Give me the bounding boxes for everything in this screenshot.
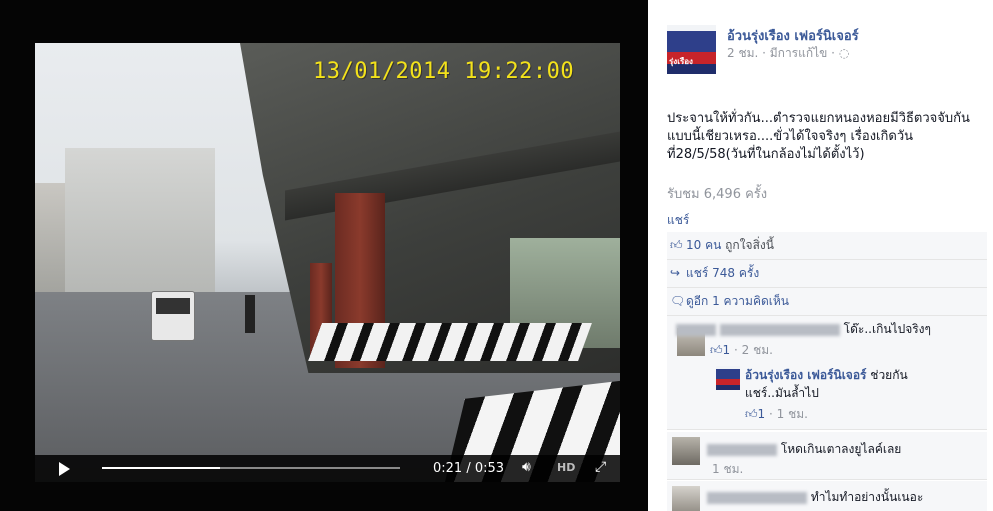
play-icon[interactable] (59, 462, 70, 476)
commenter-avatar[interactable] (672, 437, 700, 465)
comment-text: ทำไมทำอย่างนั้นเนอะ (810, 490, 924, 504)
page-avatar[interactable]: รุ่งเรือง (667, 25, 716, 74)
video-viewer: 13/01/2014 19:22:00 0:21 / 0:53 🔊︎ HD ⤢ (0, 0, 648, 511)
thumbs-up-icon[interactable]: 👍︎ (710, 343, 723, 357)
comment-text: โหดเกินเตาลงยูไลค์เลย (780, 442, 902, 456)
globe-icon: ◌ (838, 46, 850, 60)
progress-played (102, 467, 220, 469)
commenter-avatar[interactable] (672, 486, 700, 511)
hd-button[interactable]: HD (557, 461, 575, 474)
reply-avatar[interactable] (716, 366, 740, 390)
thumbs-up-icon[interactable]: 👍︎ (745, 407, 758, 421)
comment-item: โด๊ะ..เกินไปจริงๆ 👍︎1 · 2 ชม. (667, 316, 987, 364)
more-comments-link[interactable]: ดูอีก 1 ความคิดเห็น (686, 294, 789, 308)
share-link[interactable]: แชร์ (667, 211, 689, 230)
post-sidebar: รุ่งเรือง อ้วนรุ่งเรือง เฟอร์นิเจอร์ 2 ช… (648, 0, 993, 511)
video-scene (245, 295, 255, 333)
comment-meta: 1 ชม. (712, 460, 743, 479)
post-stats: 👍︎ 10 คน ถูกใจสิ่งนี้ ↪ แชร์ 748 ครั้ง 🗨︎ด… (667, 232, 987, 316)
reply-like-count[interactable]: 1 (758, 407, 766, 421)
reply-author[interactable]: อ้วนรุ่งเรือง เฟอร์นิเจอร์ (745, 368, 866, 382)
comment-body: โหดเกินเตาลงยูไลค์เลย (707, 440, 901, 459)
comment-body: โด๊ะ..เกินไปจริงๆ (676, 320, 931, 339)
blurred-name (707, 443, 777, 456)
reply-text-line2: แชร์..มันล้ำไป (745, 386, 819, 400)
comment-like-count[interactable]: 1 (723, 343, 731, 357)
video-scene (308, 323, 592, 361)
video-scene (151, 291, 195, 341)
video-player[interactable]: 13/01/2014 19:22:00 (35, 43, 620, 482)
reply-time[interactable]: 1 ชม. (777, 407, 808, 421)
blurred-name (719, 323, 840, 336)
reply-body: อ้วนรุ่งเรือง เฟอร์นิเจอร์ ช่วยกัน แชร์.… (745, 366, 975, 402)
video-scene (156, 298, 190, 314)
reply-meta: 👍︎1 · 1 ชม. (745, 407, 808, 421)
comment-item: โหดเกินเตาลงยูไลค์เลย 1 ชม. (667, 432, 987, 480)
page-name[interactable]: อ้วนรุ่งเรือง เฟอร์นิเจอร์ (727, 25, 859, 46)
likes-count[interactable]: 10 คน (686, 238, 721, 252)
share-icon: ↪ (670, 266, 681, 280)
comment-time[interactable]: 1 ชม. (712, 462, 743, 476)
logo-text: รุ่งเรือง (669, 57, 693, 66)
progress-bar[interactable] (102, 467, 400, 469)
more-comments-row[interactable]: 🗨︎ดูอีก 1 ความคิดเห็น (667, 288, 987, 316)
blurred-name (676, 323, 716, 336)
shares-count[interactable]: แชร์ 748 ครั้ง (686, 266, 759, 280)
comment-meta: 👍︎1 · 2 ชม. (710, 343, 773, 357)
volume-icon[interactable]: 🔊︎ (522, 459, 531, 475)
likes-row[interactable]: 👍︎ 10 คน ถูกใจสิ่งนี้ (667, 232, 987, 260)
view-count: รับชม 6,496 ครั้ง (667, 187, 768, 202)
blurred-name (707, 491, 807, 504)
post-meta: 2 ชม. · มีการแก้ไข · ◌ (727, 46, 850, 60)
reply-text: ช่วยกัน (866, 368, 908, 382)
thumbs-up-icon: 👍︎ (670, 238, 683, 252)
time-display: 0:21 / 0:53 (433, 461, 505, 476)
comment-body: ทำไมทำอย่างนั้นเนอะ (707, 488, 923, 507)
fullscreen-icon[interactable]: ⤢ (595, 459, 606, 475)
comment-time[interactable]: 2 ชม. (742, 343, 773, 357)
post-text: ประจานให้ทั่วกัน...ตำรวจแยกหนองหอยมีวิธี… (667, 111, 970, 162)
comment-item: ทำไมทำอย่างนั้นเนอะ (667, 481, 987, 511)
likes-text: ถูกใจสิ่งนี้ (721, 238, 774, 252)
reply-item: อ้วนรุ่งเรือง เฟอร์นิเจอร์ ช่วยกัน แชร์.… (667, 363, 987, 430)
video-controls: 0:21 / 0:53 🔊︎ HD ⤢ (35, 455, 620, 482)
shares-row[interactable]: ↪ แชร์ 748 ครั้ง (667, 260, 987, 288)
comment-icon: 🗨︎ (670, 294, 686, 308)
comment-text: โด๊ะ..เกินไปจริงๆ (843, 322, 931, 336)
video-timestamp: 13/01/2014 19:22:00 (313, 59, 575, 84)
